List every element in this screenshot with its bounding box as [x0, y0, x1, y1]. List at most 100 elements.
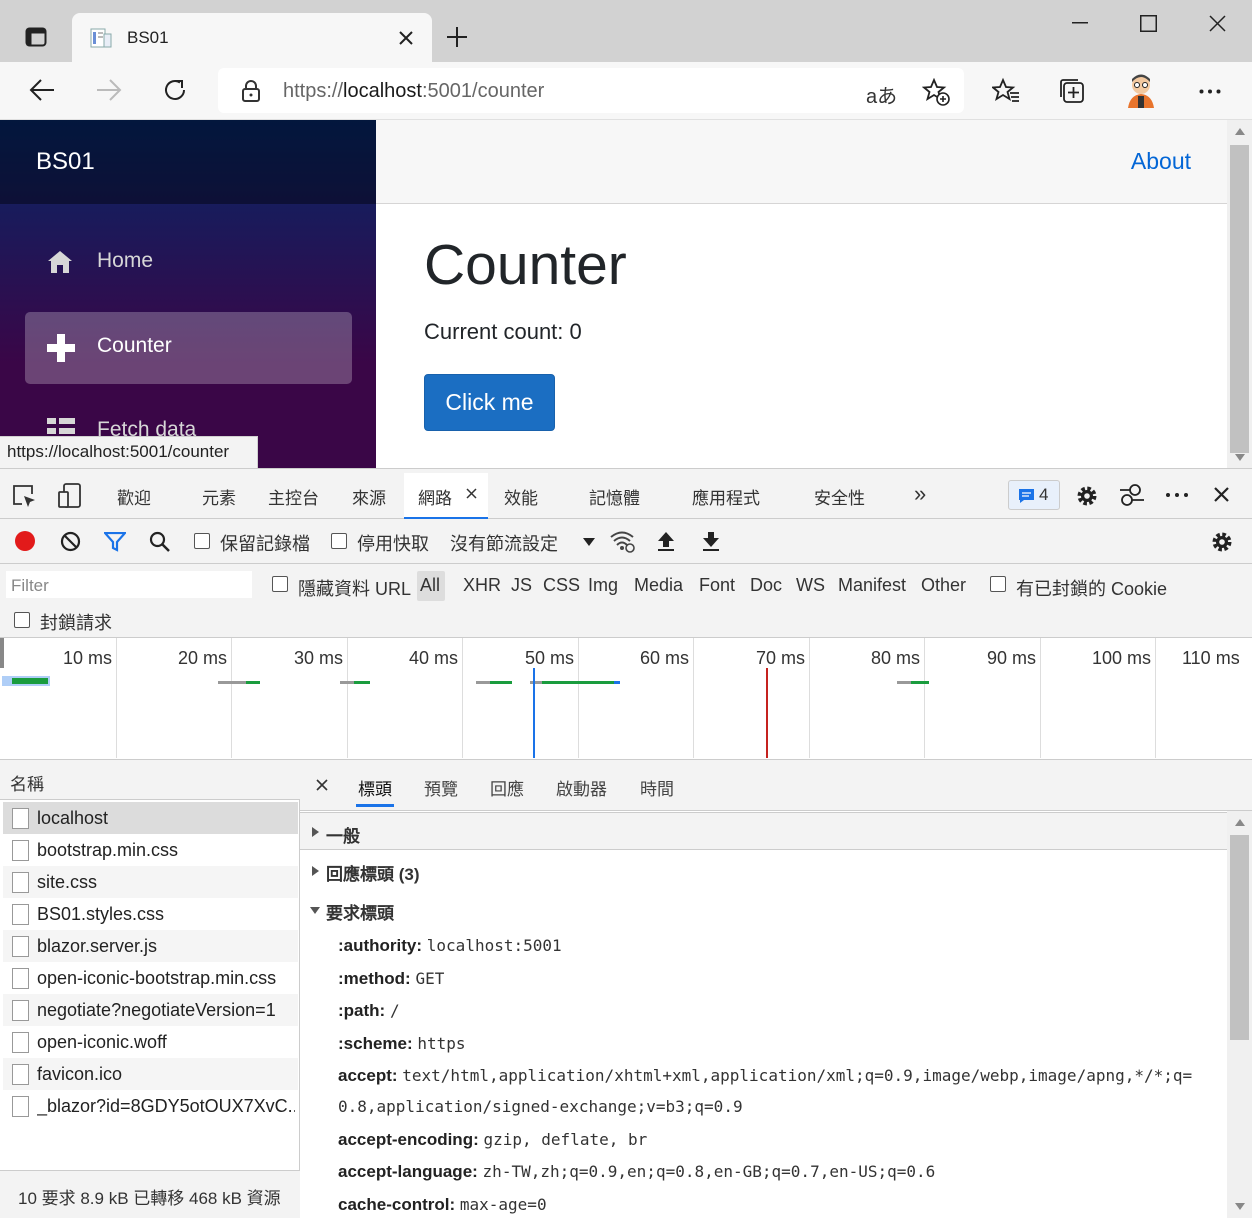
- more-tabs-icon[interactable]: »: [914, 481, 926, 507]
- devtools-more-icon[interactable]: [1166, 493, 1188, 497]
- request-row[interactable]: BS01.styles.css: [3, 898, 298, 930]
- maximize-icon[interactable]: [1140, 15, 1157, 32]
- blocked-cookies-checkbox[interactable]: [990, 576, 1006, 592]
- scroll-down-icon[interactable]: [1235, 1203, 1245, 1210]
- filter-type-ws[interactable]: WS: [796, 575, 825, 596]
- close-tab-icon[interactable]: [466, 488, 477, 499]
- tab-timing[interactable]: 時間: [640, 775, 674, 800]
- tab-response[interactable]: 回應: [490, 775, 524, 800]
- new-tab-icon[interactable]: [446, 26, 468, 48]
- lock-icon[interactable]: [242, 80, 260, 102]
- request-row[interactable]: bootstrap.min.css: [3, 834, 298, 866]
- browser-tab[interactable]: BS01: [72, 13, 432, 62]
- filter-input[interactable]: Filter: [6, 571, 252, 598]
- import-har-icon[interactable]: [657, 531, 675, 551]
- tab-welcome[interactable]: 歡迎: [117, 484, 151, 509]
- url-text[interactable]: https://localhost:5001/counter: [283, 80, 544, 103]
- header-row: accept-encoding: gzip, deflate, br: [338, 1130, 648, 1149]
- close-devtools-icon[interactable]: [1214, 487, 1229, 502]
- tab-initiator[interactable]: 啟動器: [556, 775, 607, 800]
- tab-application[interactable]: 應用程式: [692, 484, 760, 509]
- network-conditions-icon[interactable]: [610, 529, 636, 553]
- scroll-down-icon[interactable]: [1235, 454, 1245, 461]
- brand-link[interactable]: BS01: [36, 148, 95, 176]
- search-icon[interactable]: [149, 531, 171, 553]
- request-row[interactable]: site.css: [3, 866, 298, 898]
- filter-icon[interactable]: [104, 532, 126, 552]
- read-aloud-translate-icon[interactable]: aあ: [866, 80, 897, 109]
- network-settings-gear-icon[interactable]: [1210, 530, 1234, 554]
- header-row: :method: GET: [338, 969, 445, 988]
- request-row[interactable]: favicon.ico: [3, 1058, 298, 1090]
- filter-type-xhr[interactable]: XHR: [463, 575, 501, 596]
- filter-type-all[interactable]: All: [420, 575, 440, 596]
- favorites-icon[interactable]: [992, 77, 1020, 105]
- record-icon[interactable]: [15, 531, 35, 551]
- customize-icon[interactable]: [1119, 482, 1145, 508]
- about-link[interactable]: About: [1131, 148, 1191, 175]
- collections-icon[interactable]: [1058, 77, 1086, 105]
- scroll-up-icon[interactable]: [1235, 819, 1245, 826]
- device-emulation-icon[interactable]: [58, 483, 82, 509]
- tab-console[interactable]: 主控台: [268, 484, 319, 509]
- preserve-log-checkbox[interactable]: [194, 533, 210, 549]
- scroll-thumb[interactable]: [1230, 835, 1249, 1040]
- tab-headers[interactable]: 標頭: [358, 775, 392, 800]
- tab-actions-icon[interactable]: [25, 26, 47, 48]
- tab-sources[interactable]: 來源: [352, 484, 386, 509]
- throttling-select[interactable]: 沒有節流設定: [443, 524, 600, 558]
- minimize-icon[interactable]: [1072, 22, 1088, 24]
- tab-preview[interactable]: 預覽: [424, 775, 458, 800]
- request-row[interactable]: negotiate?negotiateVersion=1: [3, 994, 298, 1026]
- section-request-headers[interactable]: 要求標頭: [300, 897, 1227, 925]
- hide-data-urls-checkbox[interactable]: [272, 576, 288, 592]
- request-row-selected[interactable]: localhost: [3, 802, 298, 834]
- add-favorite-icon[interactable]: [922, 78, 950, 106]
- scroll-up-icon[interactable]: [1235, 128, 1245, 135]
- inspect-element-icon[interactable]: [12, 484, 36, 508]
- filter-type-doc[interactable]: Doc: [750, 575, 782, 596]
- section-general[interactable]: 一般: [300, 812, 1227, 850]
- close-tab-icon[interactable]: [398, 30, 414, 46]
- request-row[interactable]: _blazor?id=8GDY5otOUX7XvC...: [3, 1090, 298, 1122]
- click-me-button[interactable]: Click me: [424, 374, 555, 431]
- page-scrollbar[interactable]: [1227, 120, 1252, 468]
- filter-type-media[interactable]: Media: [634, 575, 683, 596]
- tab-elements[interactable]: 元素: [202, 484, 236, 509]
- back-arrow-icon[interactable]: [29, 78, 55, 102]
- tab-network[interactable]: 網路: [404, 473, 488, 519]
- details-scrollbar[interactable]: [1227, 811, 1252, 1218]
- disable-cache-checkbox[interactable]: [331, 533, 347, 549]
- name-column-header[interactable]: 名稱: [0, 760, 300, 800]
- more-options-icon[interactable]: [1199, 89, 1221, 94]
- request-row[interactable]: blazor.server.js: [3, 930, 298, 962]
- blocked-requests-checkbox[interactable]: [14, 612, 30, 628]
- section-response-headers[interactable]: 回應標頭 (3): [300, 858, 1227, 886]
- filter-type-other[interactable]: Other: [921, 575, 966, 596]
- filter-type-js[interactable]: JS: [511, 575, 532, 596]
- address-bar[interactable]: https://localhost:5001/counter aあ: [218, 68, 964, 113]
- filter-type-font[interactable]: Font: [699, 575, 735, 596]
- request-row[interactable]: open-iconic-bootstrap.min.css: [3, 962, 298, 994]
- overview-grip[interactable]: [0, 638, 4, 668]
- tab-performance[interactable]: 效能: [504, 484, 538, 509]
- settings-gear-icon[interactable]: [1075, 484, 1099, 508]
- issues-badge[interactable]: 4: [1008, 480, 1060, 510]
- filter-type-img[interactable]: Img: [588, 575, 618, 596]
- timeline-overview[interactable]: 10 ms 20 ms 30 ms 40 ms 50 ms 60 ms 70 m…: [0, 638, 1252, 760]
- export-har-icon[interactable]: [702, 531, 720, 551]
- request-row[interactable]: open-iconic.woff: [3, 1026, 298, 1058]
- profile-avatar-icon[interactable]: [1122, 70, 1160, 108]
- clear-icon[interactable]: [60, 531, 81, 552]
- tab-memory[interactable]: 記憶體: [589, 484, 640, 509]
- refresh-icon[interactable]: [162, 77, 188, 103]
- scroll-thumb[interactable]: [1230, 145, 1249, 453]
- close-window-icon[interactable]: [1209, 15, 1226, 32]
- nav-item-counter[interactable]: Counter: [25, 312, 352, 384]
- filter-type-css[interactable]: CSS: [543, 575, 580, 596]
- file-icon: [12, 1064, 29, 1085]
- close-details-icon[interactable]: [316, 779, 328, 791]
- tab-security[interactable]: 安全性: [814, 484, 865, 509]
- filter-type-manifest[interactable]: Manifest: [838, 575, 906, 596]
- nav-item-home[interactable]: Home: [25, 227, 352, 299]
